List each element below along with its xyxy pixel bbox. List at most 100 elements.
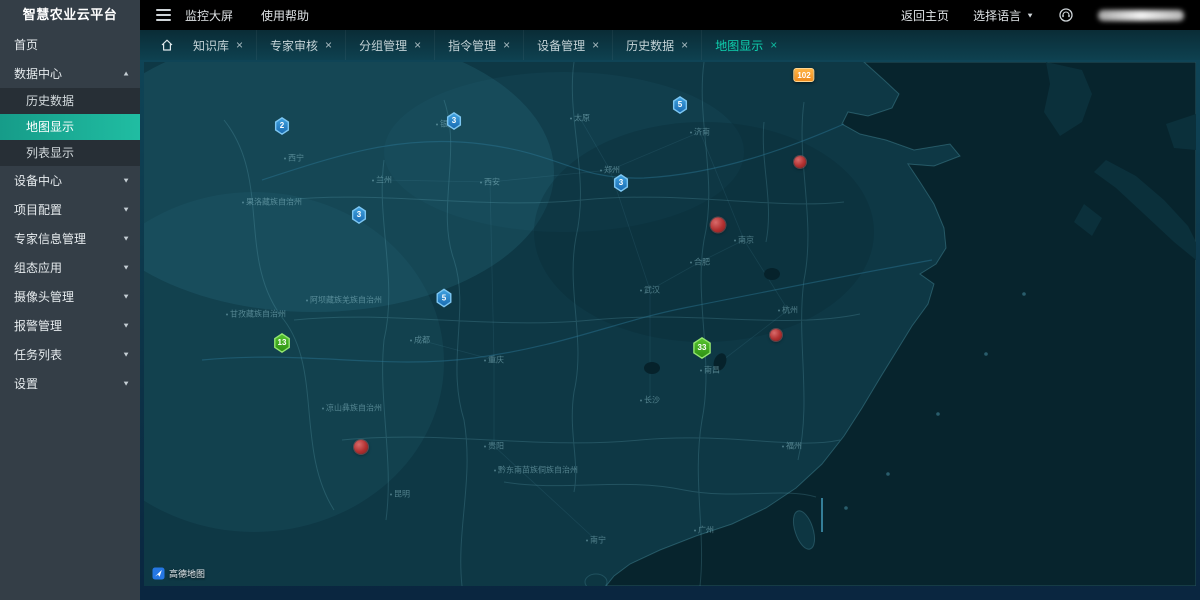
sidebar-item-label: 设备中心 — [14, 172, 62, 189]
topbar-right: 返回主页 选择语言 ▼ — [901, 7, 1200, 24]
cluster-count-label: 3 — [357, 211, 361, 219]
chevron-down-icon: ▼ — [122, 177, 130, 185]
sidebar-nav: 首页数据中心▲历史数据地图显示列表显示设备中心▼项目配置▼专家信息管理▼组态应用… — [0, 30, 140, 398]
tab-history-data[interactable]: 历史数据 × — [612, 30, 701, 60]
sidebar-item-label: 首页 — [14, 36, 38, 53]
topbar-item-help[interactable]: 使用帮助 — [261, 7, 309, 24]
map-badge-marker-orange[interactable]: 102 — [793, 68, 814, 82]
tab-label: 专家审核 — [270, 37, 318, 54]
tab-device-mgmt[interactable]: 设备管理 × — [523, 30, 612, 60]
sidebar-item-label: 项目配置 — [14, 201, 62, 218]
chevron-down-icon: ▼ — [122, 293, 130, 301]
home-tab-button[interactable] — [154, 30, 180, 60]
sidebar-item-label: 报警管理 — [14, 317, 62, 334]
cluster-hex-fill: 33 — [694, 339, 711, 358]
map-attribution: 高德地图 — [152, 567, 205, 580]
sidebar-item-home[interactable]: 首页 — [0, 30, 140, 59]
topbar-menu: 监控大屏 使用帮助 — [185, 7, 309, 24]
sidebar-submenu-data-center: 历史数据地图显示列表显示 — [0, 88, 140, 166]
sidebar-item-label: 专家信息管理 — [14, 230, 86, 247]
cluster-hex-fill: 2 — [276, 119, 289, 134]
sidebar-item-label: 组态应用 — [14, 259, 62, 276]
tab-label: 指令管理 — [448, 37, 496, 54]
topbar-item-monitor-screen[interactable]: 监控大屏 — [185, 7, 233, 24]
support-icon[interactable] — [1058, 7, 1074, 23]
close-tab-icon[interactable]: × — [592, 38, 599, 52]
sidebar-subitem-map-display[interactable]: 地图显示 — [0, 114, 140, 140]
cluster-hex-fill: 3 — [353, 208, 366, 223]
chevron-down-icon: ▼ — [122, 235, 130, 243]
chevron-down-icon: ▼ — [122, 206, 130, 214]
tab-label: 历史数据 — [626, 37, 674, 54]
main-column: 监控大屏 使用帮助 返回主页 选择语言 ▼ — [140, 0, 1200, 600]
close-tab-icon[interactable]: × — [325, 38, 332, 52]
sidebar-item-label: 摄像头管理 — [14, 288, 74, 305]
close-tab-icon[interactable]: × — [681, 38, 688, 52]
chevron-down-icon: ▼ — [1026, 11, 1034, 19]
sidebar-item-expert-info[interactable]: 专家信息管理 ▼ — [0, 224, 140, 253]
chevron-down-icon: ▼ — [122, 380, 130, 388]
return-home-link[interactable]: 返回主页 — [901, 7, 949, 24]
sidebar-item-settings[interactable]: 设置 ▼ — [0, 369, 140, 398]
map-canvas — [144, 62, 1196, 586]
sidebar-item-camera-mgmt[interactable]: 摄像头管理 ▼ — [0, 282, 140, 311]
sidebar-item-label: 数据中心 — [14, 65, 62, 82]
map-point-marker-red[interactable] — [354, 440, 368, 454]
sidebar-item-project-config[interactable]: 项目配置 ▼ — [0, 195, 140, 224]
sidebar-item-task-list[interactable]: 任务列表 ▼ — [0, 340, 140, 369]
map-point-marker-red[interactable] — [711, 218, 726, 233]
home-icon — [160, 38, 174, 52]
chevron-down-icon: ▼ — [122, 351, 130, 359]
language-label: 选择语言 — [973, 7, 1021, 24]
tab-label: 设备管理 — [537, 37, 585, 54]
chevron-down-icon: ▼ — [122, 322, 130, 330]
chevron-down-icon: ▼ — [122, 264, 130, 272]
close-tab-icon[interactable]: × — [503, 38, 510, 52]
cluster-hex-fill: 13 — [275, 335, 290, 352]
tab-expert-review[interactable]: 专家审核 × — [256, 30, 345, 60]
cluster-count-label: 3 — [619, 179, 623, 187]
china-map[interactable]: 西宁兰州银川西安太原郑州济南武汉合肥南京杭州南昌长沙重庆成都贵阳昆明福州广州南宁… — [144, 62, 1196, 586]
cluster-count-label: 5 — [442, 294, 446, 302]
language-selector[interactable]: 选择语言 ▼ — [973, 7, 1034, 24]
map-attribution-label: 高德地图 — [169, 567, 205, 580]
content-area: 西宁兰州银川西安太原郑州济南武汉合肥南京杭州南昌长沙重庆成都贵阳昆明福州广州南宁… — [140, 60, 1200, 600]
close-tab-icon[interactable]: × — [770, 38, 777, 52]
sidebar-item-device-center[interactable]: 设备中心 ▼ — [0, 166, 140, 195]
sidebar: 智慧农业云平台 首页数据中心▲历史数据地图显示列表显示设备中心▼项目配置▼专家信… — [0, 0, 140, 600]
cluster-count-label: 33 — [698, 344, 707, 352]
amap-logo-icon — [152, 567, 165, 580]
app-title: 智慧农业云平台 — [0, 0, 140, 30]
sidebar-subitem-history-data[interactable]: 历史数据 — [0, 88, 140, 114]
cluster-count-label: 3 — [452, 117, 456, 125]
close-tab-icon[interactable]: × — [414, 38, 421, 52]
tab-knowledge-base[interactable]: 知识库 × — [180, 30, 256, 60]
cluster-count-label: 5 — [678, 101, 682, 109]
cluster-hex-fill: 5 — [437, 290, 451, 306]
close-tab-icon[interactable]: × — [236, 38, 243, 52]
user-name-redacted[interactable] — [1098, 10, 1184, 21]
chevron-up-icon: ▲ — [122, 70, 130, 78]
tab-strip: 知识库 × 专家审核 × 分组管理 × 指令管理 × 设备管理 × 历史数据 × 地图显示 × — [180, 30, 790, 60]
cluster-hex-fill: 3 — [615, 176, 628, 191]
tab-label: 分组管理 — [359, 37, 407, 54]
sidebar-item-data-center[interactable]: 数据中心 ▲ — [0, 59, 140, 88]
sidebar-item-config-app[interactable]: 组态应用 ▼ — [0, 253, 140, 282]
map-point-marker-red[interactable] — [770, 329, 782, 341]
collapse-menu-icon[interactable] — [156, 9, 171, 21]
app-root: 智慧农业云平台 首页数据中心▲历史数据地图显示列表显示设备中心▼项目配置▼专家信… — [0, 0, 1200, 600]
sidebar-item-alarm-mgmt[interactable]: 报警管理 ▼ — [0, 311, 140, 340]
tab-group-mgmt[interactable]: 分组管理 × — [345, 30, 434, 60]
cluster-hex-fill: 5 — [674, 98, 687, 113]
tab-map-display[interactable]: 地图显示 × — [701, 30, 790, 60]
tab-label: 地图显示 — [715, 37, 763, 54]
cluster-count-label: 13 — [278, 339, 287, 347]
topbar: 监控大屏 使用帮助 返回主页 选择语言 ▼ — [140, 0, 1200, 30]
tab-label: 知识库 — [193, 37, 229, 54]
map-point-marker-red[interactable] — [794, 156, 806, 168]
cluster-hex-fill: 3 — [448, 114, 461, 129]
sidebar-item-label: 任务列表 — [14, 346, 62, 363]
sidebar-item-label: 设置 — [14, 375, 38, 392]
sidebar-subitem-list-display[interactable]: 列表显示 — [0, 140, 140, 166]
tab-command-mgmt[interactable]: 指令管理 × — [434, 30, 523, 60]
